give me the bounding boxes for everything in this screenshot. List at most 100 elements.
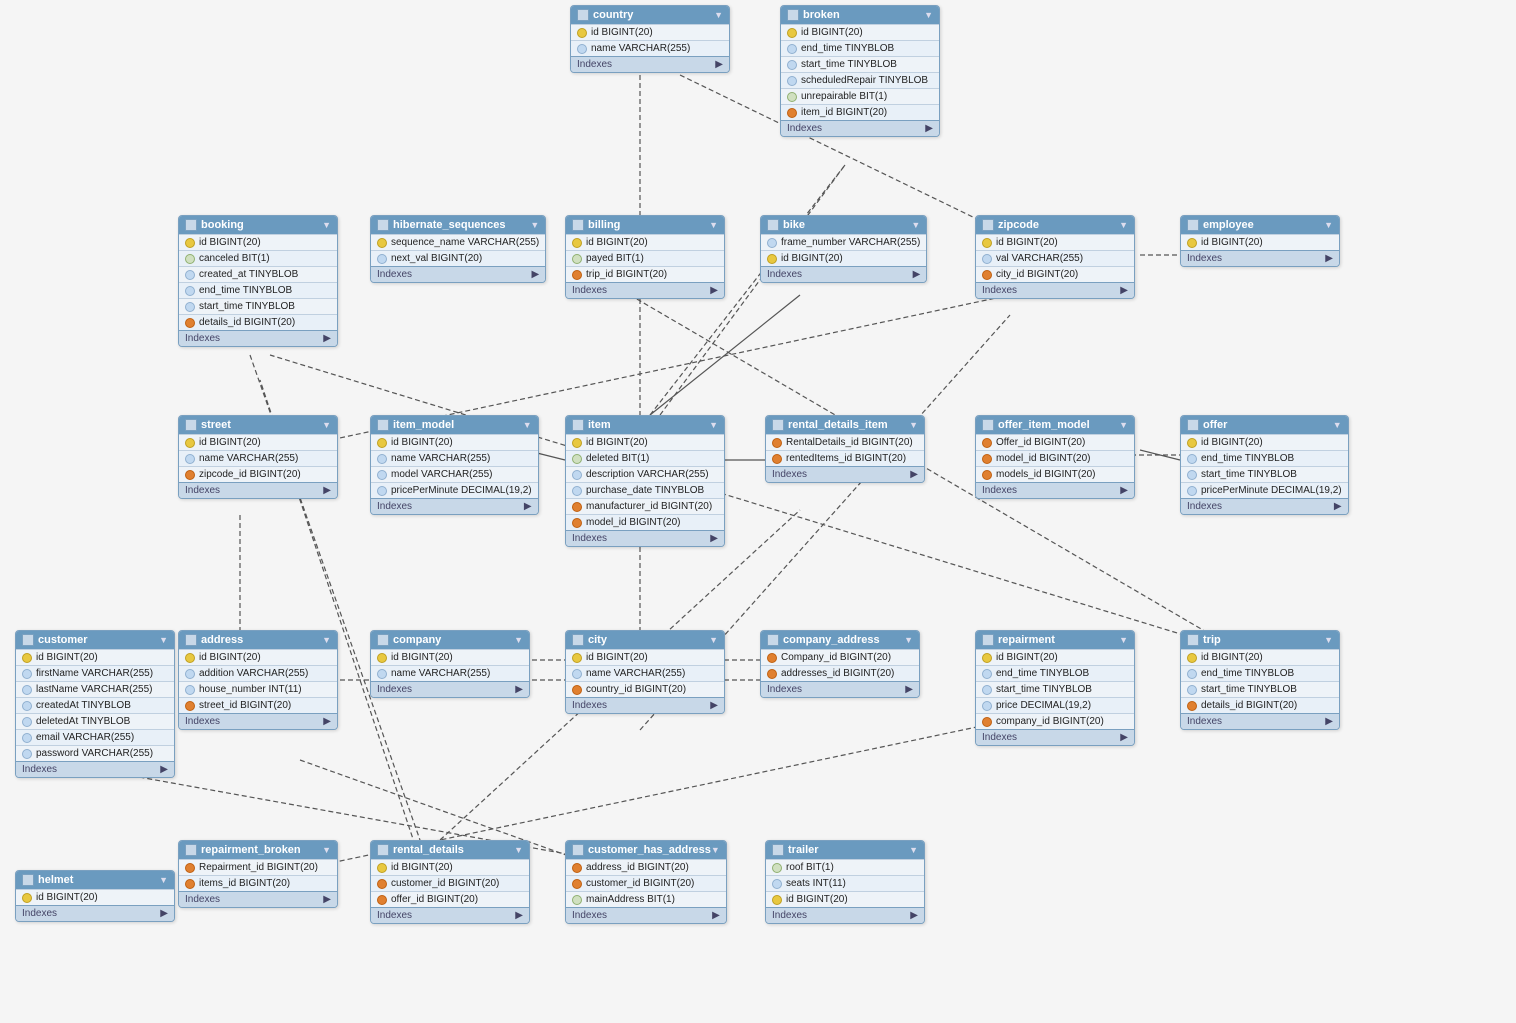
dropdown-arrow-icon[interactable]: ▼ [530,220,539,230]
indexes-arrow-icon[interactable]: ▶ [323,333,331,344]
table-header-address[interactable]: address▼ [179,631,337,649]
indexes-arrow-icon[interactable]: ▶ [913,269,921,280]
indexes-arrow-icon[interactable]: ▶ [532,269,540,280]
table-repairment_broken[interactable]: repairment_broken▼Repairment_id BIGINT(2… [178,840,338,908]
table-header-helmet[interactable]: helmet▼ [16,871,174,889]
dropdown-arrow-icon[interactable]: ▼ [159,635,168,645]
table-header-broken[interactable]: broken▼ [781,6,939,24]
table-item_model[interactable]: item_model▼id BIGINT(20)name VARCHAR(255… [370,415,539,515]
table-indexes-bar[interactable]: Indexes▶ [766,466,924,482]
indexes-arrow-icon[interactable]: ▶ [1325,716,1333,727]
table-header-offer[interactable]: offer▼ [1181,416,1348,434]
indexes-arrow-icon[interactable]: ▶ [1120,285,1128,296]
table-indexes-bar[interactable]: Indexes▶ [566,530,724,546]
table-header-rental_details_item[interactable]: rental_details_item▼ [766,416,924,434]
dropdown-arrow-icon[interactable]: ▼ [924,10,933,20]
table-indexes-bar[interactable]: Indexes▶ [1181,498,1348,514]
indexes-arrow-icon[interactable]: ▶ [1325,253,1333,264]
indexes-arrow-icon[interactable]: ▶ [710,285,718,296]
dropdown-arrow-icon[interactable]: ▼ [904,635,913,645]
table-indexes-bar[interactable]: Indexes▶ [761,681,919,697]
table-indexes-bar[interactable]: Indexes▶ [766,907,924,923]
indexes-arrow-icon[interactable]: ▶ [905,684,913,695]
dropdown-arrow-icon[interactable]: ▼ [1333,420,1342,430]
table-city[interactable]: city▼id BIGINT(20)name VARCHAR(255)count… [565,630,725,714]
table-header-booking[interactable]: booking▼ [179,216,337,234]
table-broken[interactable]: broken▼id BIGINT(20)end_time TINYBLOBsta… [780,5,940,137]
table-header-country[interactable]: country▼ [571,6,729,24]
table-indexes-bar[interactable]: Indexes▶ [16,905,174,921]
table-indexes-bar[interactable]: Indexes▶ [976,282,1134,298]
table-header-item[interactable]: item▼ [566,416,724,434]
table-indexes-bar[interactable]: Indexes▶ [371,266,545,282]
table-header-city[interactable]: city▼ [566,631,724,649]
table-trip[interactable]: trip▼id BIGINT(20)end_time TINYBLOBstart… [1180,630,1340,730]
indexes-arrow-icon[interactable]: ▶ [712,910,720,921]
table-indexes-bar[interactable]: Indexes▶ [566,907,726,923]
indexes-arrow-icon[interactable]: ▶ [160,764,168,775]
table-indexes-bar[interactable]: Indexes▶ [179,713,337,729]
table-indexes-bar[interactable]: Indexes▶ [1181,713,1339,729]
dropdown-arrow-icon[interactable]: ▼ [909,420,918,430]
dropdown-arrow-icon[interactable]: ▼ [709,420,718,430]
indexes-arrow-icon[interactable]: ▶ [524,501,532,512]
dropdown-arrow-icon[interactable]: ▼ [709,635,718,645]
indexes-arrow-icon[interactable]: ▶ [1120,485,1128,496]
table-header-repairment_broken[interactable]: repairment_broken▼ [179,841,337,859]
dropdown-arrow-icon[interactable]: ▼ [322,635,331,645]
indexes-arrow-icon[interactable]: ▶ [925,123,933,134]
table-header-trip[interactable]: trip▼ [1181,631,1339,649]
table-indexes-bar[interactable]: Indexes▶ [371,907,529,923]
table-customer_has_address[interactable]: customer_has_address▼address_id BIGINT(2… [565,840,727,924]
table-zipcode[interactable]: zipcode▼id BIGINT(20)val VARCHAR(255)cit… [975,215,1135,299]
table-repairment[interactable]: repairment▼id BIGINT(20)end_time TINYBLO… [975,630,1135,746]
table-indexes-bar[interactable]: Indexes▶ [781,120,939,136]
dropdown-arrow-icon[interactable]: ▼ [514,635,523,645]
table-indexes-bar[interactable]: Indexes▶ [16,761,174,777]
dropdown-arrow-icon[interactable]: ▼ [322,220,331,230]
dropdown-arrow-icon[interactable]: ▼ [1119,635,1128,645]
indexes-arrow-icon[interactable]: ▶ [715,59,723,70]
dropdown-arrow-icon[interactable]: ▼ [1119,420,1128,430]
table-indexes-bar[interactable]: Indexes▶ [371,681,529,697]
table-header-company_address[interactable]: company_address▼ [761,631,919,649]
table-indexes-bar[interactable]: Indexes▶ [179,330,337,346]
indexes-arrow-icon[interactable]: ▶ [515,910,523,921]
table-trailer[interactable]: trailer▼roof BIT(1)seats INT(11)id BIGIN… [765,840,925,924]
table-header-trailer[interactable]: trailer▼ [766,841,924,859]
table-header-billing[interactable]: billing▼ [566,216,724,234]
table-customer[interactable]: customer▼id BIGINT(20)firstName VARCHAR(… [15,630,175,778]
table-indexes-bar[interactable]: Indexes▶ [976,729,1134,745]
dropdown-arrow-icon[interactable]: ▼ [714,10,723,20]
table-offer[interactable]: offer▼id BIGINT(20)end_time TINYBLOBstar… [1180,415,1349,515]
dropdown-arrow-icon[interactable]: ▼ [523,420,532,430]
indexes-arrow-icon[interactable]: ▶ [323,485,331,496]
dropdown-arrow-icon[interactable]: ▼ [1119,220,1128,230]
table-country[interactable]: country▼id BIGINT(20)name VARCHAR(255)In… [570,5,730,73]
indexes-arrow-icon[interactable]: ▶ [710,533,718,544]
table-company[interactable]: company▼id BIGINT(20)name VARCHAR(255)In… [370,630,530,698]
dropdown-arrow-icon[interactable]: ▼ [1324,220,1333,230]
table-indexes-bar[interactable]: Indexes▶ [571,56,729,72]
indexes-arrow-icon[interactable]: ▶ [910,910,918,921]
table-header-company[interactable]: company▼ [371,631,529,649]
table-header-rental_details[interactable]: rental_details▼ [371,841,529,859]
indexes-arrow-icon[interactable]: ▶ [910,469,918,480]
dropdown-arrow-icon[interactable]: ▼ [322,845,331,855]
table-item[interactable]: item▼id BIGINT(20)deleted BIT(1)descript… [565,415,725,547]
table-indexes-bar[interactable]: Indexes▶ [179,891,337,907]
table-header-street[interactable]: street▼ [179,416,337,434]
table-rental_details[interactable]: rental_details▼id BIGINT(20)customer_id … [370,840,530,924]
table-booking[interactable]: booking▼id BIGINT(20)canceled BIT(1)crea… [178,215,338,347]
table-header-repairment[interactable]: repairment▼ [976,631,1134,649]
dropdown-arrow-icon[interactable]: ▼ [909,845,918,855]
table-header-employee[interactable]: employee▼ [1181,216,1339,234]
table-indexes-bar[interactable]: Indexes▶ [179,482,337,498]
dropdown-arrow-icon[interactable]: ▼ [711,845,720,855]
table-header-item_model[interactable]: item_model▼ [371,416,538,434]
table-indexes-bar[interactable]: Indexes▶ [976,482,1134,498]
dropdown-arrow-icon[interactable]: ▼ [514,845,523,855]
table-bike[interactable]: bike▼frame_number VARCHAR(255)id BIGINT(… [760,215,927,283]
dropdown-arrow-icon[interactable]: ▼ [1324,635,1333,645]
table-header-zipcode[interactable]: zipcode▼ [976,216,1134,234]
